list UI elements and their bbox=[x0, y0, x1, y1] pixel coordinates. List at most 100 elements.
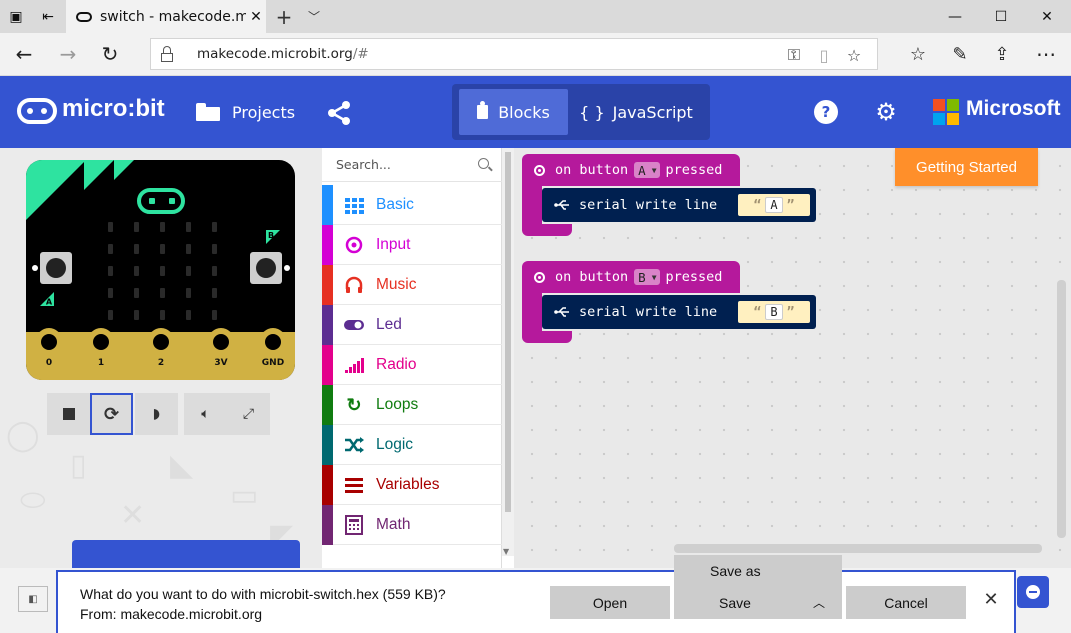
category-music[interactable]: Music bbox=[322, 265, 502, 305]
led[interactable] bbox=[186, 288, 191, 298]
workspace-horizontal-scrollbar[interactable] bbox=[674, 544, 1042, 553]
microbit-logo-icon[interactable] bbox=[17, 98, 57, 124]
minimize-icon[interactable]: — bbox=[932, 0, 978, 33]
led[interactable] bbox=[212, 222, 217, 232]
led[interactable] bbox=[134, 244, 139, 254]
forward-icon[interactable]: → bbox=[46, 33, 90, 75]
favorite-star-icon[interactable]: ☆ bbox=[841, 42, 867, 68]
maximize-icon[interactable]: ☐ bbox=[978, 0, 1024, 33]
url-text[interactable]: makecode.microbit.org/# bbox=[197, 46, 369, 62]
led[interactable] bbox=[108, 266, 113, 276]
microsoft-label[interactable]: Microsoft bbox=[966, 97, 1061, 121]
save-button[interactable]: Save bbox=[674, 586, 796, 619]
toolbox-scroll-thumb[interactable] bbox=[505, 152, 511, 512]
category-logic[interactable]: Logic bbox=[322, 425, 502, 465]
read-aloud-icon[interactable]: ⚿ bbox=[781, 42, 807, 68]
category-basic[interactable]: Basic bbox=[322, 185, 502, 225]
pin-1[interactable] bbox=[88, 328, 114, 380]
back-icon[interactable]: ← bbox=[2, 33, 46, 75]
share-browser-icon[interactable]: ⇪ bbox=[980, 33, 1024, 75]
open-button[interactable]: Open bbox=[550, 586, 670, 619]
led[interactable] bbox=[108, 244, 113, 254]
blocks-tab[interactable]: Blocks bbox=[459, 89, 568, 135]
led[interactable] bbox=[134, 222, 139, 232]
close-icon[interactable]: ✕ bbox=[980, 588, 1002, 610]
favorites-hub-icon[interactable]: ☆ bbox=[896, 33, 940, 75]
led[interactable] bbox=[160, 244, 165, 254]
javascript-tab[interactable]: { } JavaScript bbox=[570, 89, 702, 135]
category-radio[interactable]: Radio bbox=[322, 345, 502, 385]
microbit-logo-text[interactable]: micro:bit bbox=[62, 95, 165, 123]
more-menu-icon[interactable]: ⋯ bbox=[1024, 33, 1068, 75]
save-options-chevron-icon[interactable]: ︿ bbox=[796, 586, 842, 619]
stop-button[interactable] bbox=[47, 393, 90, 435]
help-icon[interactable]: ? bbox=[814, 100, 838, 124]
led[interactable] bbox=[212, 310, 217, 320]
led[interactable] bbox=[160, 222, 165, 232]
mute-button[interactable]: 🔈︎ bbox=[184, 393, 227, 435]
led[interactable] bbox=[212, 266, 217, 276]
led[interactable] bbox=[186, 222, 191, 232]
button-a[interactable] bbox=[40, 252, 72, 284]
toolbox-search[interactable]: Search... bbox=[322, 148, 502, 182]
led[interactable] bbox=[134, 310, 139, 320]
pin-0[interactable] bbox=[36, 328, 62, 380]
category-math[interactable]: Math bbox=[322, 505, 502, 545]
address-bar[interactable]: makecode.microbit.org/# ⚿ ▯ ☆ bbox=[150, 38, 878, 70]
slow-mo-button[interactable]: ◗ bbox=[135, 393, 178, 435]
button-dropdown[interactable]: A ▼ bbox=[634, 162, 660, 178]
string-input[interactable]: “ A ” bbox=[738, 194, 810, 216]
reading-view-icon[interactable]: ▯ bbox=[811, 42, 837, 68]
save-as-menu-item[interactable]: Save as bbox=[674, 555, 842, 587]
led[interactable] bbox=[160, 288, 165, 298]
gear-icon[interactable]: ⚙ bbox=[874, 98, 898, 126]
led[interactable] bbox=[134, 288, 139, 298]
tab-close-icon[interactable]: ✕ bbox=[246, 9, 266, 25]
fullscreen-button[interactable]: ⤢ bbox=[227, 393, 270, 435]
category-variables[interactable]: Variables bbox=[322, 465, 502, 505]
collapse-side-icon[interactable]: ◧ bbox=[18, 586, 48, 612]
search-icon[interactable] bbox=[478, 158, 489, 169]
serial-write-line-block[interactable]: serial write line “ A ” bbox=[542, 188, 816, 222]
led[interactable] bbox=[186, 266, 191, 276]
web-note-icon[interactable]: ✎ bbox=[938, 33, 982, 75]
led[interactable] bbox=[160, 310, 165, 320]
set-tabs-aside-icon[interactable]: ⇤ bbox=[32, 0, 64, 33]
collapse-button[interactable] bbox=[1017, 576, 1049, 608]
projects-button[interactable]: Projects bbox=[196, 98, 295, 126]
workspace-vertical-scrollbar[interactable] bbox=[1057, 280, 1066, 538]
tab-preview-chevron-icon[interactable]: ﹀ bbox=[300, 0, 328, 33]
refresh-icon[interactable]: ↻ bbox=[88, 33, 132, 75]
window-close-icon[interactable]: ✕ bbox=[1024, 0, 1070, 33]
category-input[interactable]: Input bbox=[322, 225, 502, 265]
led[interactable] bbox=[108, 222, 113, 232]
led[interactable] bbox=[134, 266, 139, 276]
scroll-down-icon[interactable]: ▼ bbox=[503, 547, 509, 556]
category-led[interactable]: Led bbox=[322, 305, 502, 345]
blocks-workspace[interactable]: Getting Started on button A ▼ pressed ser… bbox=[514, 148, 1071, 568]
led[interactable] bbox=[212, 288, 217, 298]
toolbox-scrollbar[interactable]: ▼ bbox=[502, 148, 514, 556]
led[interactable] bbox=[108, 310, 113, 320]
pin-2[interactable] bbox=[148, 328, 174, 380]
led[interactable] bbox=[186, 244, 191, 254]
tab-manager-icon[interactable]: ▣ bbox=[0, 0, 32, 33]
getting-started-button[interactable]: Getting Started bbox=[895, 148, 1038, 186]
category-loops[interactable]: ↻ Loops bbox=[322, 385, 502, 425]
restart-button[interactable]: ⟳ bbox=[90, 393, 133, 435]
led[interactable] bbox=[108, 288, 113, 298]
string-input[interactable]: “ B ” bbox=[738, 301, 810, 323]
led[interactable] bbox=[186, 310, 191, 320]
microsoft-logo-icon[interactable] bbox=[933, 99, 959, 125]
cancel-button[interactable]: Cancel bbox=[846, 586, 966, 619]
new-tab-button[interactable]: + bbox=[270, 0, 298, 33]
serial-write-line-block[interactable]: serial write line “ B ” bbox=[542, 295, 816, 329]
led[interactable] bbox=[160, 266, 165, 276]
string-value[interactable]: B bbox=[765, 304, 783, 320]
search-input[interactable]: Search... bbox=[336, 157, 391, 172]
led[interactable] bbox=[212, 244, 217, 254]
button-dropdown[interactable]: B ▼ bbox=[634, 269, 660, 285]
browser-tab[interactable]: switch - makecode.micr ✕ bbox=[66, 0, 266, 33]
button-b[interactable] bbox=[250, 252, 282, 284]
share-icon[interactable] bbox=[326, 100, 352, 126]
